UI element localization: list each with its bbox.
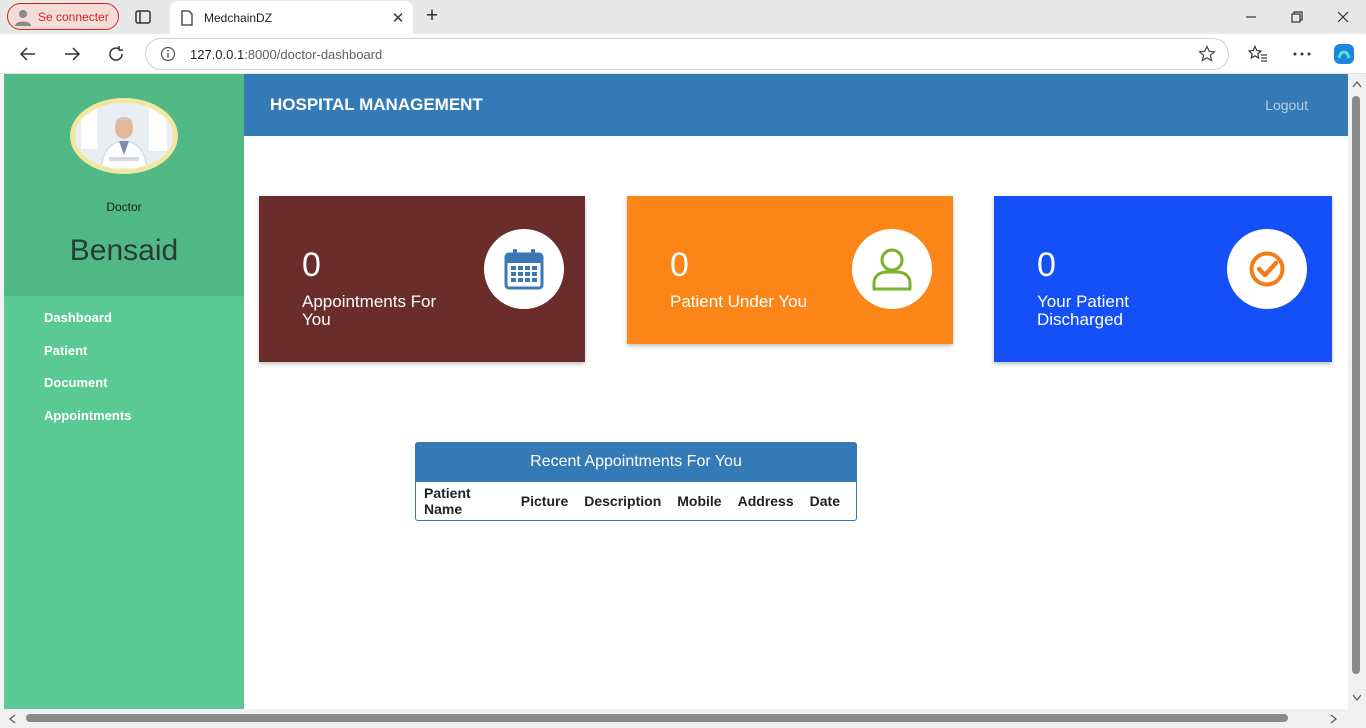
horizontal-scroll-thumb[interactable] <box>26 714 1288 722</box>
appointments-card: 0 Appointments For You <box>259 196 585 362</box>
scroll-down-icon[interactable] <box>1352 694 1362 702</box>
user-icon <box>852 229 932 309</box>
close-window-icon[interactable] <box>1320 0 1366 34</box>
new-tab-icon[interactable]: + <box>420 5 444 29</box>
browser-tab-bar: Se connecter MedchainDZ ✕ + <box>0 0 1366 34</box>
sidebar-item-patient[interactable]: Patient <box>44 343 131 376</box>
column-description: Description <box>584 493 662 509</box>
logout-link[interactable]: Logout <box>1265 97 1308 113</box>
forward-icon[interactable] <box>58 40 86 68</box>
copilot-icon[interactable] <box>1330 40 1358 68</box>
sidebar-item-document[interactable]: Document <box>44 375 131 408</box>
scroll-left-icon[interactable] <box>8 714 16 724</box>
column-patient-name: Patient Name <box>424 485 471 517</box>
appointments-table-header: Patient Name Picture Description Mobile … <box>416 482 856 520</box>
column-date: Date <box>809 493 840 509</box>
horizontal-scrollbar[interactable] <box>0 709 1366 728</box>
browser-toolbar: 127.0.0.1:8000/doctor-dashboard <box>0 34 1366 74</box>
doctor-name: Bensaid <box>69 234 179 267</box>
discharged-card: 0 Your Patient Discharged <box>994 196 1332 362</box>
patients-card: 0 Patient Under You <box>627 196 953 344</box>
top-header: HOSPITAL MANAGEMENT Logout <box>244 74 1348 136</box>
vertical-scroll-thumb[interactable] <box>1352 96 1360 674</box>
sidebar-profile: Doctor Bensaid <box>4 74 244 296</box>
appointments-count: 0 <box>302 246 321 284</box>
patients-card-label: Patient Under You <box>670 292 808 311</box>
back-icon[interactable] <box>14 40 42 68</box>
column-mobile: Mobile <box>677 493 722 509</box>
scroll-right-icon[interactable] <box>1330 714 1338 724</box>
discharged-card-label: Your Patient Discharged <box>1037 292 1129 329</box>
recent-appointments-title: Recent Appointments For You <box>416 443 856 482</box>
site-info-icon[interactable] <box>160 46 176 62</box>
page-viewport: Doctor Bensaid Dashboard Patient Documen… <box>4 74 1348 709</box>
column-address: Address <box>737 493 794 509</box>
check-circle-icon <box>1227 229 1307 309</box>
column-picture: Picture <box>520 493 569 509</box>
profile-button[interactable]: Se connecter <box>7 3 119 30</box>
address-bar[interactable]: 127.0.0.1:8000/doctor-dashboard <box>145 38 1229 70</box>
url-path: :8000/doctor-dashboard <box>244 46 383 62</box>
minimize-icon[interactable] <box>1228 0 1274 34</box>
more-options-icon[interactable] <box>1288 40 1316 68</box>
tab-close-icon[interactable]: ✕ <box>383 9 413 27</box>
url-host: 127.0.0.1 <box>190 46 245 62</box>
scroll-up-icon[interactable] <box>1352 80 1362 88</box>
sidebar-item-dashboard[interactable]: Dashboard <box>44 310 131 343</box>
app-title[interactable]: HOSPITAL MANAGEMENT <box>270 95 483 115</box>
doctor-avatar <box>70 98 178 174</box>
reload-icon[interactable] <box>102 40 130 68</box>
active-tab[interactable]: MedchainDZ ✕ <box>170 1 413 34</box>
profile-icon <box>15 9 31 26</box>
page-icon <box>181 9 193 26</box>
restore-icon[interactable] <box>1274 0 1320 34</box>
profile-label: Se connecter <box>38 9 109 24</box>
user-role: Doctor <box>106 200 142 214</box>
calendar-icon <box>484 229 564 309</box>
sidebar-menu: Dashboard Patient Document Appointments <box>44 310 131 440</box>
sidebar: Doctor Bensaid Dashboard Patient Documen… <box>4 74 244 709</box>
discharged-count: 0 <box>1037 246 1056 284</box>
url-text: 127.0.0.1:8000/doctor-dashboard <box>190 47 382 62</box>
appointments-card-label: Appointments For You <box>302 292 437 329</box>
favorite-star-icon[interactable] <box>1198 45 1216 63</box>
recent-appointments-panel: Recent Appointments For You Patient Name… <box>415 442 857 521</box>
patients-count: 0 <box>670 246 689 284</box>
tab-actions-icon[interactable] <box>134 8 152 26</box>
sidebar-item-appointments[interactable]: Appointments <box>44 408 131 441</box>
tab-title: MedchainDZ <box>204 10 273 25</box>
favorites-icon[interactable] <box>1244 40 1272 68</box>
vertical-scrollbar[interactable] <box>1348 74 1366 709</box>
